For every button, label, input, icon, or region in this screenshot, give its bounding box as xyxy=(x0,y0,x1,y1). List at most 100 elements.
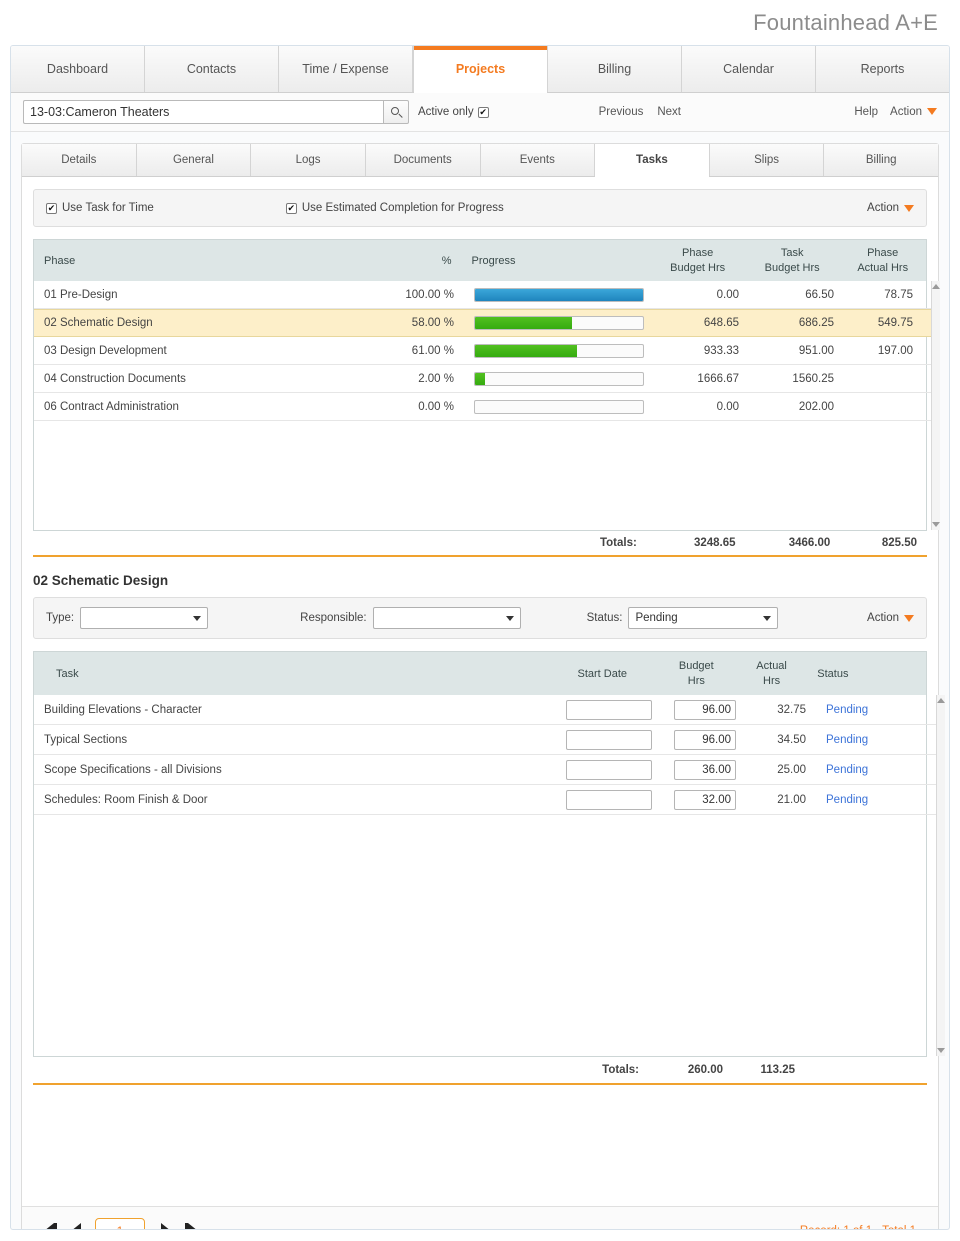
main-tab-dashboard[interactable]: Dashboard xyxy=(11,46,145,92)
table-row[interactable]: 01 Pre-Design 100.00 % 0.00 66.50 78.75 xyxy=(34,281,931,309)
status-link[interactable]: Pending xyxy=(826,794,868,806)
table-row[interactable]: 06 Contract Administration 0.00 % 0.00 2… xyxy=(34,393,931,421)
sub-tab-slips[interactable]: Slips xyxy=(709,144,825,176)
status-link[interactable]: Pending xyxy=(826,704,868,716)
previous-link[interactable]: Previous xyxy=(599,106,644,118)
column-header-task[interactable]: Task xyxy=(34,652,548,695)
scroll-up-icon[interactable] xyxy=(932,284,940,289)
column-header-percent[interactable]: % xyxy=(372,240,462,281)
table-row[interactable]: Scope Specifications - all Divisions 25.… xyxy=(34,755,936,785)
use-task-for-time-checkbox[interactable]: ✔ xyxy=(46,202,57,214)
column-header-phase[interactable]: Phase xyxy=(34,240,372,281)
status-filter-label: Status: xyxy=(586,612,623,624)
budget-hrs-input[interactable] xyxy=(674,759,736,780)
table-row[interactable]: 03 Design Development 61.00 % 933.33 951… xyxy=(34,337,931,365)
table-row[interactable]: Building Elevations - Character 32.75 Pe… xyxy=(34,695,936,725)
cell-task-name: Schedules: Room Finish & Door xyxy=(44,793,208,806)
search-button[interactable] xyxy=(383,100,409,124)
budget-hrs-input[interactable] xyxy=(674,729,736,750)
search-input[interactable] xyxy=(23,100,383,124)
type-select[interactable] xyxy=(80,607,209,629)
column-header-start-date[interactable]: Start Date xyxy=(548,652,657,695)
status-link[interactable]: Pending xyxy=(826,764,868,776)
column-header-task-budget-hrs[interactable]: Task Budget Hrs xyxy=(745,240,840,281)
sub-tab-billing[interactable]: Billing xyxy=(824,144,938,176)
sub-tab-general[interactable]: General xyxy=(136,144,252,176)
scroll-up-icon[interactable] xyxy=(937,698,945,703)
cell-budget-hrs xyxy=(664,789,744,810)
column-header-phase-actual-hrs[interactable]: Phase Actual Hrs xyxy=(839,240,926,281)
previous-page-button[interactable] xyxy=(71,1222,81,1229)
column-header-line1: Actual xyxy=(756,659,787,672)
page-number-input[interactable]: 1 xyxy=(95,1218,145,1229)
next-link[interactable]: Next xyxy=(657,106,681,118)
main-tab-time-expense[interactable]: Time / Expense xyxy=(279,46,413,92)
cell-phase: 01 Pre-Design xyxy=(44,288,118,301)
start-date-input[interactable] xyxy=(566,789,652,810)
last-page-button[interactable] xyxy=(185,1222,198,1229)
cell-actual-hrs: 32.75 xyxy=(777,703,806,716)
status-select-value: Pending xyxy=(635,612,678,624)
main-tab-billing[interactable]: Billing xyxy=(548,46,682,92)
table-row[interactable]: 02 Schematic Design 58.00 % 648.65 686.2… xyxy=(34,309,931,337)
table-row[interactable]: 04 Construction Documents 2.00 % 1666.67… xyxy=(34,365,931,393)
column-header-status[interactable]: Status xyxy=(807,652,926,695)
cell-actual-hrs: 21.00 xyxy=(777,793,806,806)
scroll-down-icon[interactable] xyxy=(937,1048,945,1053)
action-menu[interactable]: Action xyxy=(890,106,937,118)
cell-budget-hrs xyxy=(664,759,744,780)
main-tab-label: Contacts xyxy=(186,62,237,76)
budget-hrs-input[interactable] xyxy=(674,789,736,810)
cell-phase-actual-hrs: 549.75 xyxy=(877,317,913,329)
search-toolbar: Active only ✔ Previous Next Help Action xyxy=(11,93,949,132)
active-only-checkbox[interactable]: ✔ xyxy=(477,106,489,118)
main-tab-calendar[interactable]: Calendar xyxy=(682,46,816,92)
phase-action-menu[interactable]: Action xyxy=(867,202,914,214)
status-select[interactable]: Pending xyxy=(628,607,779,629)
table-row[interactable]: Schedules: Room Finish & Door 21.00 Pend… xyxy=(34,785,936,815)
responsible-filter-group: Responsible: xyxy=(300,607,521,629)
responsible-filter-label: Responsible: xyxy=(300,612,367,624)
sub-tab-logs[interactable]: Logs xyxy=(251,144,366,176)
column-header-line2: Budget Hrs xyxy=(670,261,726,274)
main-tab-label: Projects xyxy=(455,62,506,76)
record-info: Record: 1 of 1 - Total 1 xyxy=(800,1225,916,1230)
table-row[interactable]: Typical Sections 34.50 Pending xyxy=(34,725,936,755)
cell-start-date xyxy=(554,729,664,750)
sub-tab-details[interactable]: Details xyxy=(22,144,137,176)
main-tab-projects[interactable]: Projects xyxy=(413,46,548,93)
cell-phase-budget-hrs: 0.00 xyxy=(716,400,739,413)
column-header-actual-hrs[interactable]: Actual Hrs xyxy=(736,652,807,695)
app-page: Fountainhead A+E Dashboard Contacts Time… xyxy=(0,0,960,1241)
use-estimated-completion-checkbox[interactable]: ✔ xyxy=(285,202,297,214)
sub-tab-tasks[interactable]: Tasks xyxy=(595,144,710,177)
active-only-label: Active only xyxy=(418,106,474,118)
chevron-down-icon xyxy=(927,108,937,116)
sub-tab-label: Documents xyxy=(393,154,452,166)
first-page-button[interactable] xyxy=(44,1222,57,1229)
main-tab-reports[interactable]: Reports xyxy=(816,46,949,92)
cell-phase-actual-hrs: 78.75 xyxy=(884,288,913,301)
task-grid-header: Task Start Date Budget Hrs Actual Hrs St… xyxy=(33,651,927,695)
column-header-budget-hrs[interactable]: Budget Hrs xyxy=(657,652,736,695)
task-action-menu[interactable]: Action xyxy=(867,612,914,624)
responsible-select[interactable] xyxy=(372,607,521,629)
column-header-progress[interactable]: Progress xyxy=(461,240,650,281)
sub-tab-documents[interactable]: Documents xyxy=(365,144,481,176)
task-grid-scrollbar[interactable] xyxy=(936,695,945,1056)
start-date-input[interactable] xyxy=(566,729,652,750)
brand-header: Fountainhead A+E xyxy=(0,0,960,45)
chevron-down-icon xyxy=(763,615,772,621)
start-date-input[interactable] xyxy=(566,759,652,780)
column-header-phase-budget-hrs[interactable]: Phase Budget Hrs xyxy=(650,240,745,281)
task-grid: Task Start Date Budget Hrs Actual Hrs St… xyxy=(33,651,945,1085)
budget-hrs-input[interactable] xyxy=(674,699,736,720)
scroll-down-icon[interactable] xyxy=(932,522,940,527)
start-date-input[interactable] xyxy=(566,699,652,720)
status-link[interactable]: Pending xyxy=(826,734,868,746)
help-link[interactable]: Help xyxy=(854,106,878,118)
sub-tab-events[interactable]: Events xyxy=(480,144,596,176)
main-tab-contacts[interactable]: Contacts xyxy=(145,46,279,92)
next-page-button[interactable] xyxy=(161,1222,171,1229)
phase-grid-scrollbar[interactable] xyxy=(931,281,940,530)
